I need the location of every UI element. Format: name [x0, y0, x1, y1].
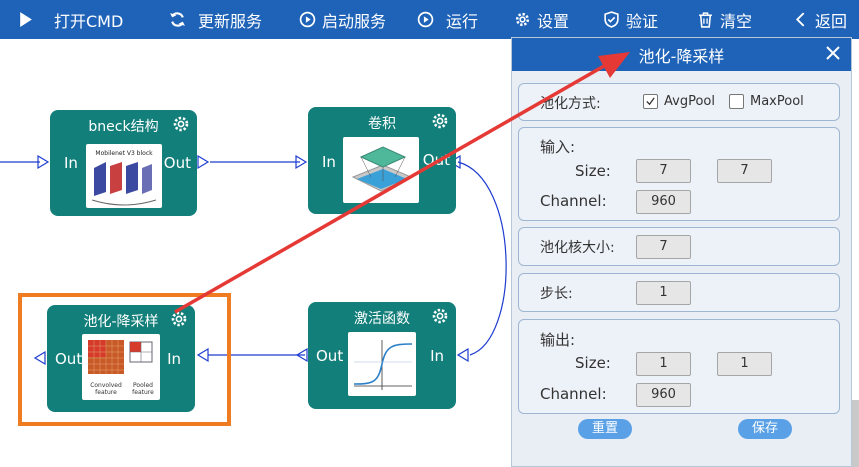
node-bneck-in-port[interactable]: In	[64, 154, 78, 172]
node-bneck-out-port[interactable]: Out	[164, 154, 191, 172]
pool-type-label: 池化方式:	[540, 96, 601, 112]
node-activation-in-port[interactable]: In	[430, 347, 444, 365]
output-label: 输出:	[540, 331, 576, 349]
verify-label: 验证	[626, 11, 659, 31]
start-service-button[interactable]: 启动服务	[298, 0, 386, 39]
refresh-icon	[168, 11, 186, 29]
pool-type-group: 池化方式: AvgPool MaxPool	[518, 83, 840, 121]
node-activation-thumbnail	[348, 332, 416, 396]
back-label: 返回	[815, 11, 848, 31]
dialog-title: 池化-降采样	[638, 46, 725, 66]
node-pool-in-port[interactable]: In	[167, 350, 181, 368]
kernel-size-field[interactable]: 7	[636, 235, 691, 259]
node-bneck-thumbnail: Mobilenet V3 block	[86, 144, 162, 208]
update-service-label: 更新服务	[198, 11, 263, 31]
clear-label: 清空	[720, 11, 753, 31]
node-conv-out-port[interactable]: Out	[423, 151, 450, 169]
node-conv-thumbnail	[343, 137, 419, 203]
power-icon	[298, 11, 316, 29]
run-button[interactable]: 运行	[416, 0, 478, 39]
start-service-label: 启动服务	[322, 11, 387, 31]
save-button[interactable]: 保存	[738, 419, 792, 439]
input-group: 输入: Size: 7 7 Channel: 960	[518, 127, 840, 221]
output-size-height-field[interactable]: 1	[717, 352, 772, 376]
node-pool-thumbnail: Convolved feature Pooled feature	[82, 334, 160, 400]
kernel-group: 池化核大小: 7	[518, 227, 840, 266]
node-pool-thumb-left-caption: Convolved feature	[90, 382, 122, 396]
gear-icon[interactable]	[430, 306, 450, 326]
open-cmd-button[interactable]: 打开CMD	[16, 0, 123, 39]
input-label: 输入:	[540, 138, 576, 156]
open-cmd-label: 打开CMD	[54, 11, 124, 31]
reset-button[interactable]: 重置	[578, 419, 632, 439]
node-pool-thumb-right-caption: Pooled feature	[132, 382, 154, 396]
app-root: 打开CMD 更新服务 启动服务 运行 设置 验证 清空 返回 bneck结构 I…	[0, 0, 859, 467]
pool-settings-dialog: 池化-降采样 池化方式: AvgPool MaxPool 输入: Size: 7…	[511, 37, 852, 467]
back-icon	[791, 11, 809, 29]
checkbox-checked-icon	[643, 94, 658, 109]
output-channel-field[interactable]: 960	[636, 383, 691, 407]
output-channel-label: Channel:	[540, 385, 607, 403]
kernel-size-label: 池化核大小:	[540, 240, 615, 256]
stride-label: 步长:	[540, 286, 573, 302]
settings-label: 设置	[537, 11, 570, 31]
input-size-height-field[interactable]: 7	[717, 159, 772, 183]
gear-icon[interactable]	[169, 309, 189, 329]
node-activation[interactable]: 激活函数 Out In	[308, 302, 456, 409]
node-bneck[interactable]: bneck结构 In Out Mobilenet V3 block	[50, 110, 197, 216]
node-pool[interactable]: 池化-降采样 Out In Convolved feature Pooled f…	[47, 305, 195, 412]
gear-icon	[513, 11, 531, 29]
close-icon[interactable]	[823, 43, 843, 63]
gear-icon[interactable]	[430, 111, 450, 131]
input-channel-field[interactable]: 960	[636, 190, 691, 214]
shield-icon	[602, 11, 620, 29]
output-size-label: Size:	[575, 354, 611, 372]
clear-button[interactable]: 清空	[696, 0, 752, 39]
stride-field[interactable]: 1	[636, 281, 691, 305]
maxpool-checkbox[interactable]: MaxPool	[729, 94, 804, 109]
settings-button[interactable]: 设置	[513, 0, 569, 39]
verify-button[interactable]: 验证	[602, 0, 658, 39]
maxpool-label: MaxPool	[750, 94, 804, 109]
dialog-header[interactable]: 池化-降采样	[512, 38, 851, 71]
output-group: 输出: Size: 1 1 Channel: 960	[518, 319, 840, 414]
node-conv[interactable]: 卷积 In Out	[308, 107, 456, 214]
avgpool-label: AvgPool	[664, 94, 715, 109]
run-label: 运行	[446, 11, 479, 31]
play-icon	[16, 11, 34, 29]
toolbar: 打开CMD 更新服务 启动服务 运行 设置 验证 清空 返回	[0, 0, 859, 39]
scrollbar[interactable]	[852, 400, 859, 467]
node-pool-out-port[interactable]: Out	[55, 350, 82, 368]
checkbox-empty-icon	[729, 94, 744, 109]
node-activation-out-port[interactable]: Out	[316, 347, 343, 365]
input-size-label: Size:	[575, 162, 611, 180]
output-size-width-field[interactable]: 1	[636, 352, 691, 376]
trash-icon	[696, 11, 714, 29]
gear-icon[interactable]	[171, 114, 191, 134]
run-icon	[416, 11, 434, 29]
input-size-width-field[interactable]: 7	[636, 159, 691, 183]
back-button[interactable]: 返回	[791, 0, 847, 39]
avgpool-checkbox[interactable]: AvgPool	[643, 94, 715, 109]
node-conv-in-port[interactable]: In	[322, 153, 336, 171]
input-channel-label: Channel:	[540, 192, 607, 210]
update-service-button[interactable]: 更新服务	[168, 0, 262, 39]
stride-group: 步长: 1	[518, 273, 840, 312]
